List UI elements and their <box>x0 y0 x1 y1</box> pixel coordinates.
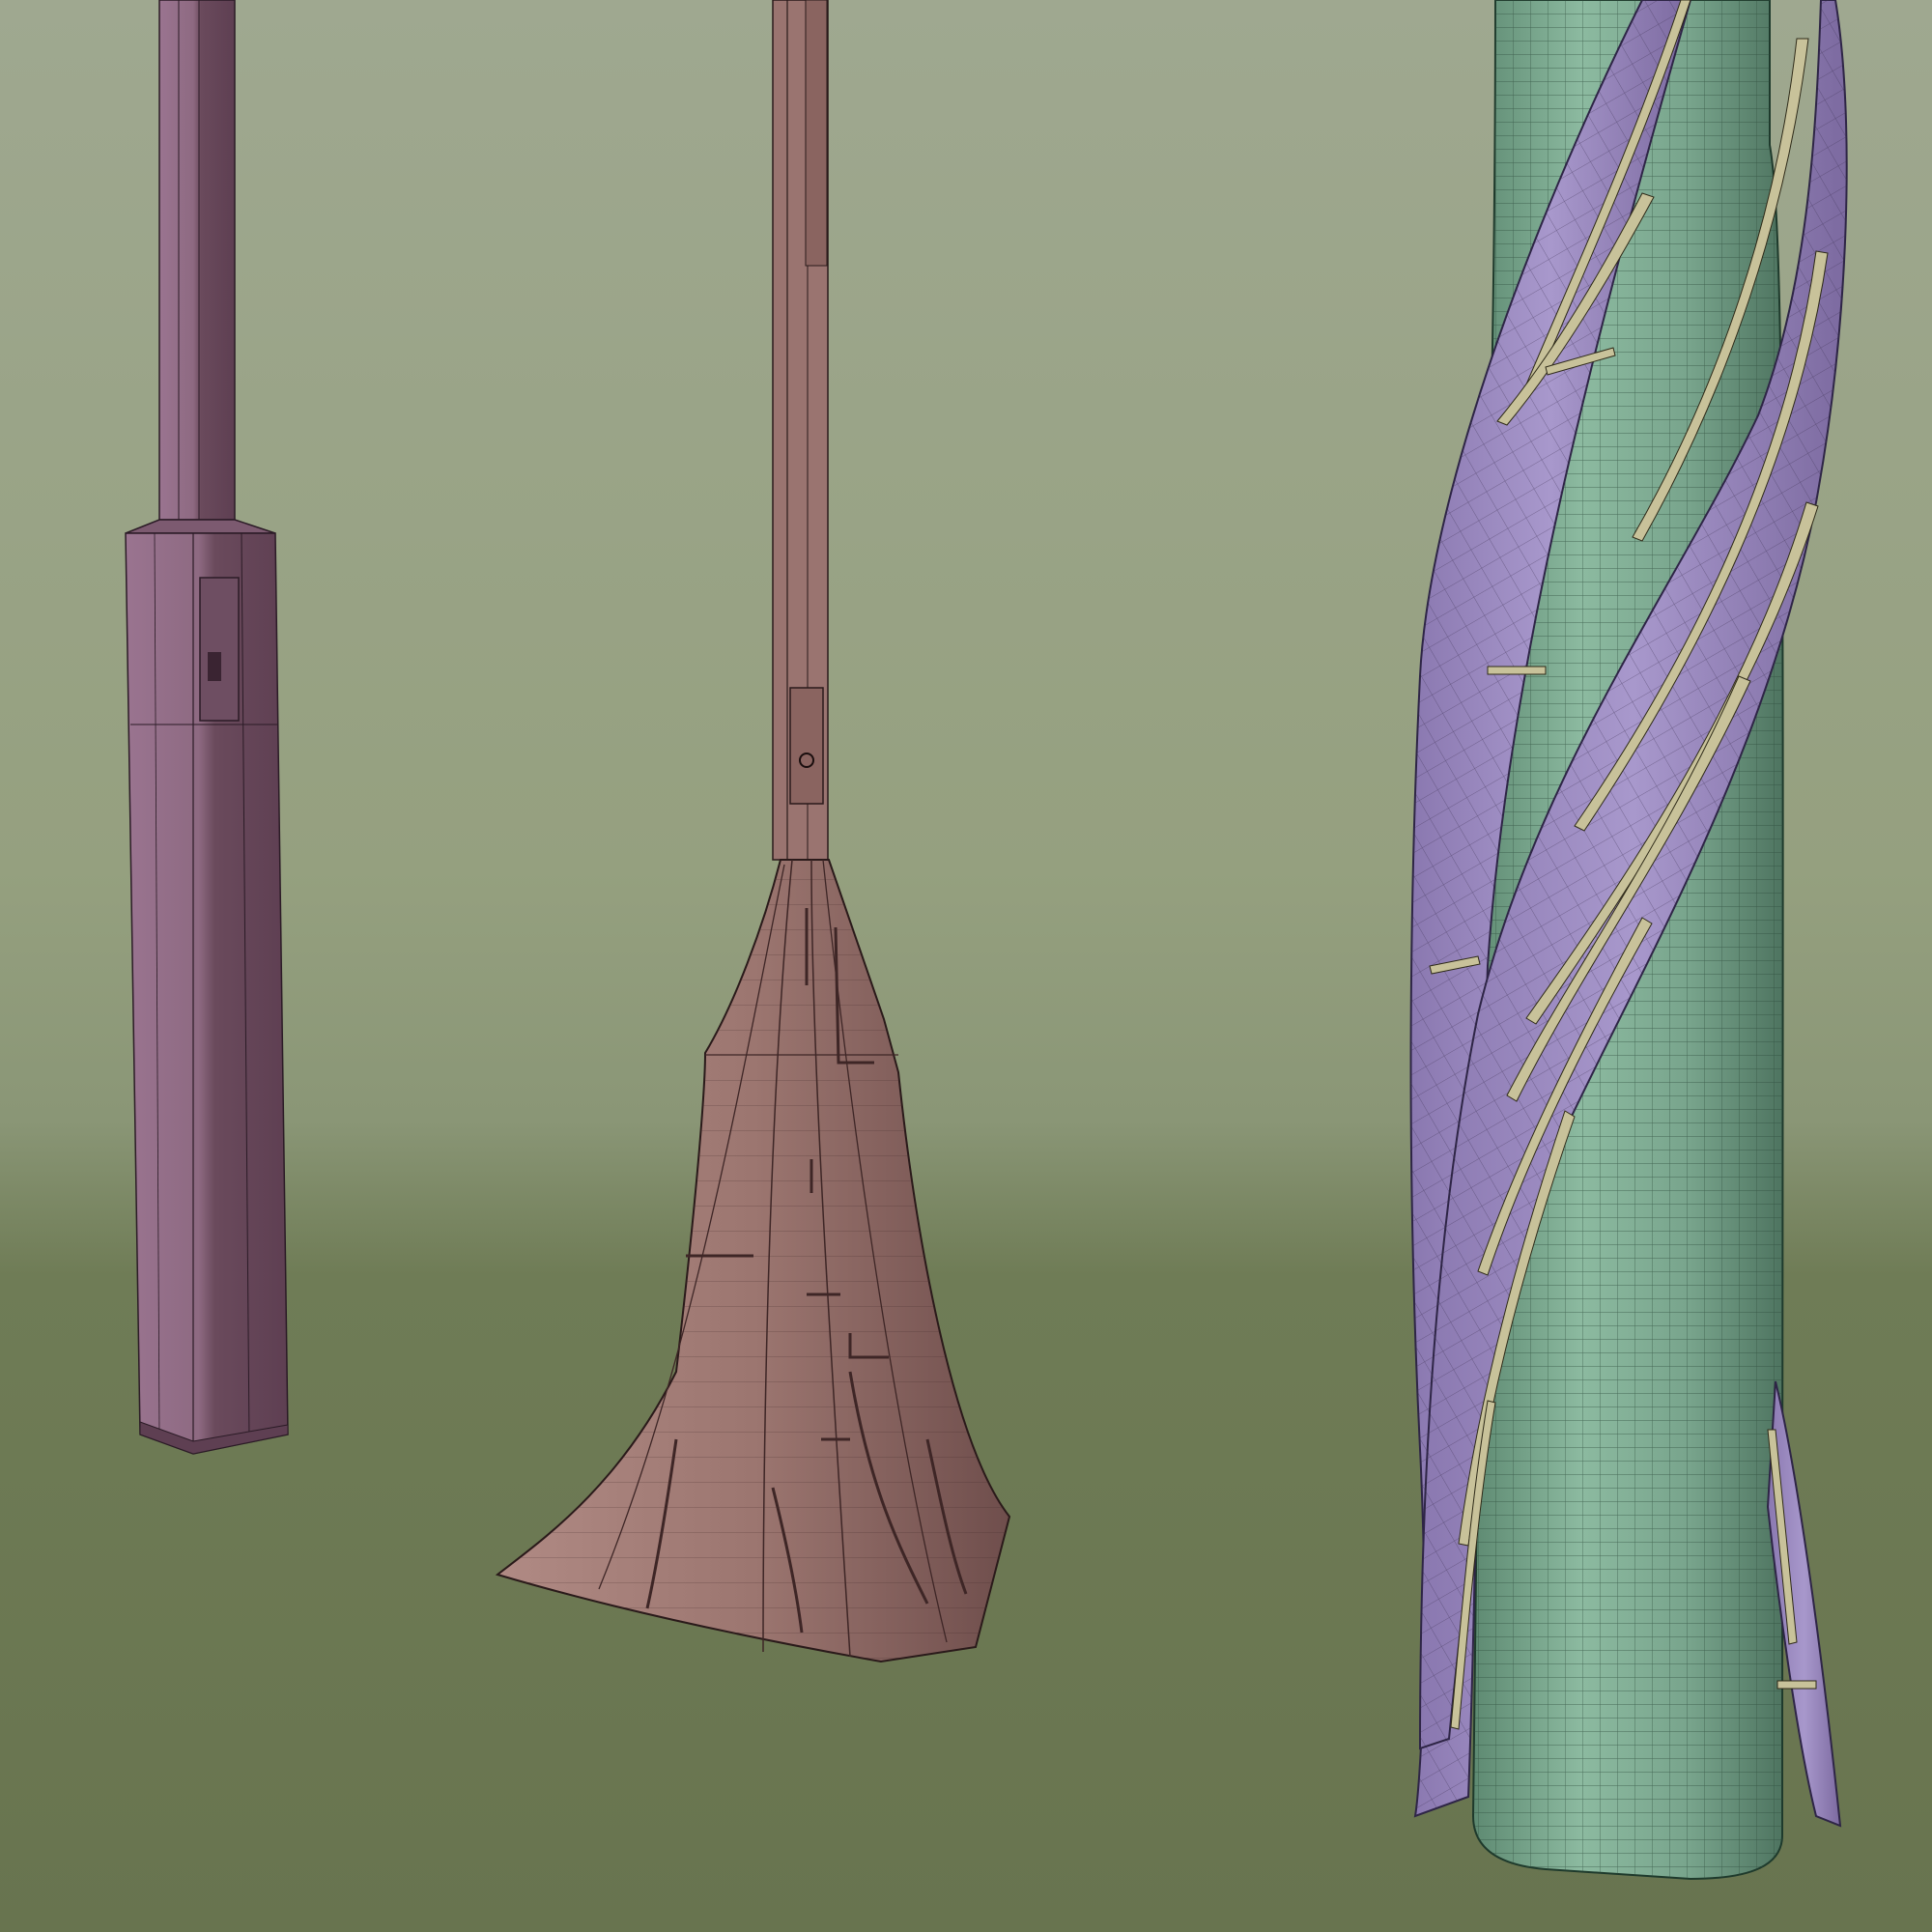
scene-render <box>125 0 1848 1881</box>
twisted-ribbon-tower[interactable] <box>1409 0 1848 1881</box>
flared-base-post[interactable] <box>495 0 1011 1663</box>
square-post[interactable] <box>125 0 289 1455</box>
3d-viewport[interactable] <box>0 0 1932 1932</box>
